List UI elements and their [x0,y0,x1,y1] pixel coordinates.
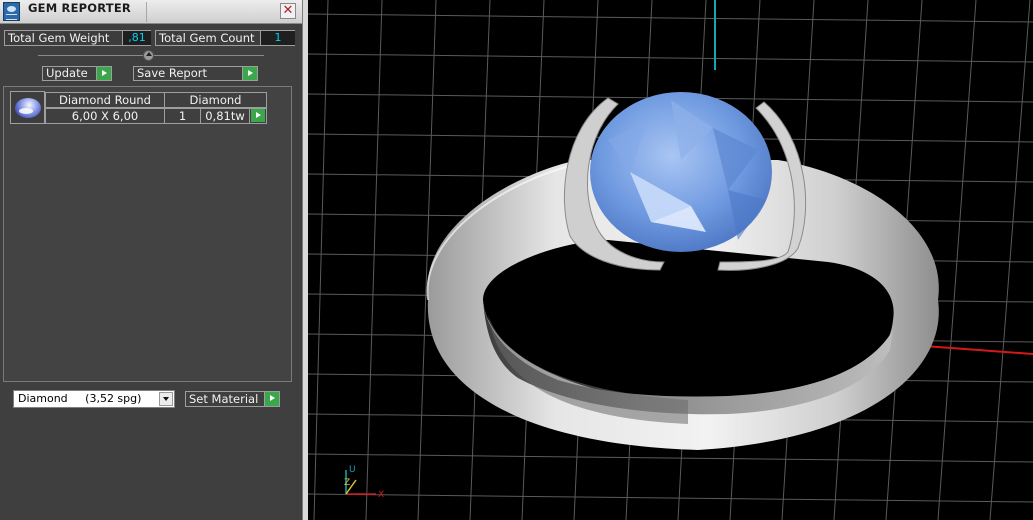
grid-line-vertical [989,0,1031,520]
title-bar: GEM REPORTER ✕ [0,0,302,24]
update-button[interactable]: Update [42,66,112,81]
panel-collapse-handle[interactable] [143,50,154,61]
set-material-button[interactable]: Set Material [185,391,280,407]
material-select[interactable]: Diamond (3,52 spg) [13,390,175,408]
gem-quantity-cell[interactable]: 1 [164,108,201,124]
gem-reporter-panel: GEM REPORTER ✕ Total Gem Weight ,81 Tota… [0,0,302,520]
axis-z-label: Z [344,478,350,488]
total-gem-weight-field: Total Gem Weight ,81 [4,30,151,46]
gem-stone-preview [15,98,41,118]
grid-line-horizontal [308,53,1033,63]
gem-weight-cell[interactable]: 0,81tw [200,108,250,124]
gem-list [3,86,292,382]
axis-triad: X U Z [344,465,384,500]
gem-round-icon[interactable] [10,91,45,124]
gem-material-header: Diamond [164,92,267,108]
total-gem-count-field: Total Gem Count 1 [155,30,295,46]
close-button[interactable]: ✕ [280,3,296,19]
grid-line-vertical [313,0,329,520]
chevron-down-icon[interactable] [159,392,173,406]
play-arrow-icon [264,392,279,406]
play-arrow-icon [96,67,111,80]
total-gem-weight-label: Total Gem Weight [8,31,110,45]
gem-row-go-button[interactable] [249,108,267,124]
grid-line-vertical [937,0,977,520]
axis-u-label: U [349,465,356,475]
grid-line-vertical [365,0,383,520]
title-divider [146,2,147,22]
play-arrow-icon [251,109,265,122]
gem-size-cell[interactable]: 6,00 X 6,00 [45,108,165,124]
gem-reporter-icon [3,2,20,21]
axis-x-label: X [378,490,384,500]
total-gem-count-label: Total Gem Count [159,31,255,45]
total-gem-count-value: 1 [260,31,295,45]
update-button-label: Update [46,66,88,80]
play-arrow-icon [242,67,257,80]
grid-line-horizontal [308,13,1033,23]
set-material-button-label: Set Material [189,392,259,406]
material-select-value: Diamond (3,52 spg) [18,392,142,405]
gem-shape-header: Diamond Round [45,92,165,108]
total-gem-weight-value: ,81 [122,31,151,45]
panel-title: GEM REPORTER [28,1,131,15]
ring-model [426,92,939,450]
grid-line-horizontal [308,453,1033,463]
3d-viewport[interactable]: X U Z [308,0,1033,520]
grid-line-horizontal [308,493,1033,503]
save-report-button-label: Save Report [137,66,208,80]
save-report-button[interactable]: Save Report [133,66,258,81]
